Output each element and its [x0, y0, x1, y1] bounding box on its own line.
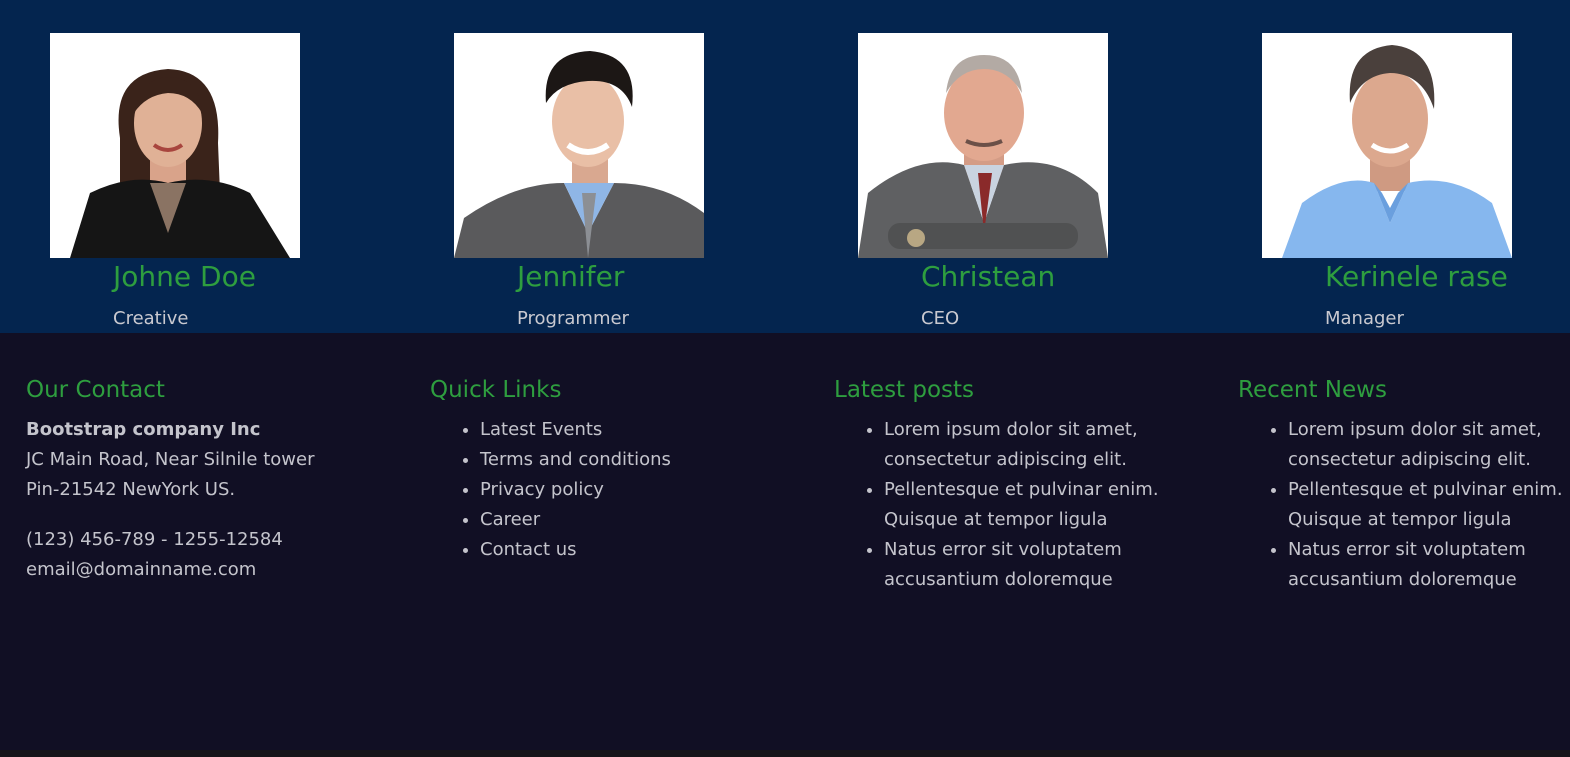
quick-links-list: Latest Events Terms and conditions Priva… — [430, 415, 770, 565]
footer-recent-news: Recent News Lorem ipsum dolor sit amet, … — [1238, 375, 1568, 595]
member-photo-man-blue-shirt — [1262, 33, 1512, 258]
email-address: email@domainname.com — [26, 559, 257, 580]
quick-links-heading: Quick Links — [430, 377, 562, 403]
member-role: Manager — [1325, 308, 1404, 329]
young-man-portrait-icon — [454, 33, 704, 258]
phone-number: (123) 456-789 - 1255-12584 — [26, 529, 283, 550]
company-name: Bootstrap company Inc — [26, 419, 261, 440]
quick-link-contact[interactable]: Contact us — [480, 535, 770, 565]
member-role: CEO — [921, 308, 960, 329]
contact-spacer — [26, 505, 366, 525]
post-item[interactable]: Natus error sit voluptatem accusantium d… — [884, 535, 1174, 595]
woman-portrait-icon — [50, 33, 300, 258]
contact-heading: Our Contact — [26, 377, 165, 403]
post-item[interactable]: Lorem ipsum dolor sit amet, consectetur … — [884, 415, 1174, 475]
quick-link-latest-events[interactable]: Latest Events — [480, 415, 770, 445]
footer-contact: Our Contact Bootstrap company Inc JC Mai… — [26, 375, 366, 585]
team-section: Johne Doe Creative Jennifer Programmer C… — [0, 0, 1570, 333]
footer-quick-links: Quick Links Latest Events Terms and cond… — [430, 375, 770, 565]
member-role: Creative — [113, 308, 189, 329]
news-item[interactable]: Pellentesque et pulvinar enim. Quisque a… — [1288, 475, 1568, 535]
news-item[interactable]: Natus error sit voluptatem accusantium d… — [1288, 535, 1568, 595]
member-photo-young-man — [454, 33, 704, 258]
member-photo-woman — [50, 33, 300, 258]
quick-link-career[interactable]: Career — [480, 505, 770, 535]
news-item[interactable]: Lorem ipsum dolor sit amet, consectetur … — [1288, 415, 1568, 475]
member-name: Kerinele rase — [1325, 260, 1508, 293]
member-photo-older-man — [858, 33, 1108, 258]
member-name: Jennifer — [517, 260, 625, 293]
latest-posts-list: Lorem ipsum dolor sit amet, consectetur … — [834, 415, 1174, 595]
address-line-2: Pin-21542 NewYork US. — [26, 479, 236, 500]
footer-latest-posts: Latest posts Lorem ipsum dolor sit amet,… — [834, 375, 1174, 595]
recent-news-heading: Recent News — [1238, 377, 1387, 403]
quick-link-privacy[interactable]: Privacy policy — [480, 475, 770, 505]
post-item[interactable]: Pellentesque et pulvinar enim. Quisque a… — [884, 475, 1174, 535]
address-line-1: JC Main Road, Near Silnile tower — [26, 449, 315, 470]
older-man-portrait-icon — [858, 33, 1108, 258]
quick-link-terms[interactable]: Terms and conditions — [480, 445, 770, 475]
man-blue-shirt-portrait-icon — [1262, 33, 1512, 258]
bottom-strip — [0, 750, 1570, 757]
member-name: Christean — [921, 260, 1056, 293]
footer: Our Contact Bootstrap company Inc JC Mai… — [0, 333, 1570, 750]
member-name: Johne Doe — [113, 260, 256, 293]
recent-news-list: Lorem ipsum dolor sit amet, consectetur … — [1238, 415, 1568, 595]
member-role: Programmer — [517, 308, 629, 329]
latest-posts-heading: Latest posts — [834, 377, 975, 403]
